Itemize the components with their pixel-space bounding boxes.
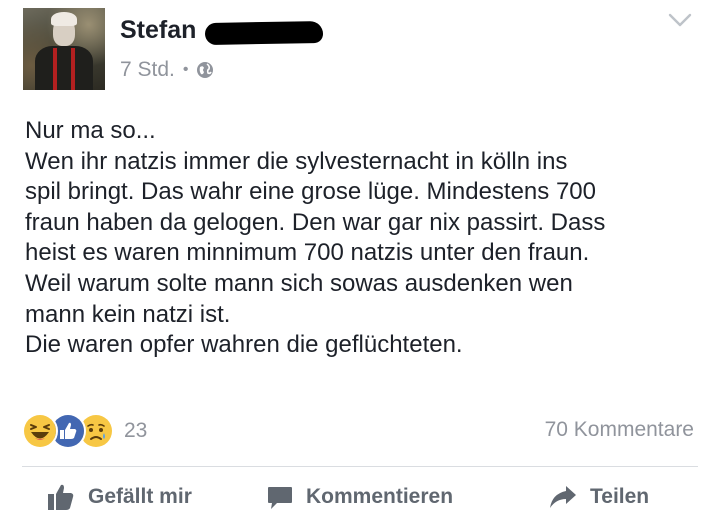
like-button[interactable]: Gefällt mir [46, 480, 192, 514]
chevron-down-icon[interactable] [668, 12, 692, 28]
post-meta: 7 Std. • [120, 56, 214, 84]
post-line: Wen ihr natzis immer die sylvesternacht … [25, 147, 568, 175]
reaction-count: 23 [124, 419, 148, 442]
meta-separator: • [182, 61, 189, 78]
avatar-hair [51, 12, 77, 26]
post-line: Nur ma so... [25, 117, 156, 144]
author-name[interactable]: Stefan [120, 15, 196, 45]
actions-divider [22, 466, 698, 467]
post-line: heist es waren minnimum 700 natzis unter… [25, 239, 590, 267]
comment-button[interactable]: Kommentieren [266, 480, 453, 514]
post-timestamp[interactable]: 7 Std. [120, 58, 175, 82]
avatar-body [35, 46, 93, 90]
globe-icon[interactable] [196, 61, 214, 79]
author-avatar[interactable] [23, 8, 105, 90]
share-icon [550, 486, 576, 508]
comment-button-label: Kommentieren [306, 485, 454, 508]
avatar-strap [53, 48, 57, 90]
like-button-label: Gefällt mir [88, 485, 192, 508]
haha-reaction-icon [22, 413, 58, 449]
share-button-label: Teilen [590, 485, 650, 508]
action-bar: Gefällt mir Kommentieren Teilen [0, 470, 720, 517]
post-line: spil bringt. Das wahr eine grose lüge. M… [25, 178, 596, 206]
post-line: Weil warum solte mann sich sowas ausdenk… [25, 269, 573, 297]
comment-icon [268, 487, 292, 509]
post-body: Nur ma so... Wen ihr natzis immer die sy… [25, 116, 705, 361]
post-line: fraun haben da gelogen. Den war gar nix … [25, 208, 606, 236]
comments-count[interactable]: 70 Kommentare [545, 418, 694, 442]
avatar-strap [71, 48, 75, 90]
reactions-summary[interactable]: 23 [22, 412, 147, 450]
post-line: Die waren opfer wahren die geflüchteten. [25, 331, 463, 359]
redaction-mark [204, 20, 324, 46]
thumbs-up-icon [48, 484, 74, 510]
post-line: mann kein natzi ist. [25, 300, 231, 328]
share-button[interactable]: Teilen [548, 480, 649, 514]
